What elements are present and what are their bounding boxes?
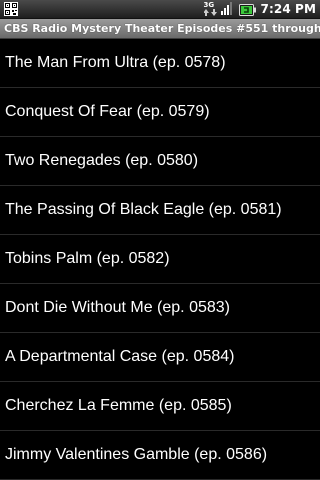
episode-label: The Man From Ultra (ep. 0578) [5,54,226,71]
episode-label: Two Renegades (ep. 0580) [5,152,199,169]
list-item[interactable]: Tobins Palm (ep. 0582) [0,235,320,284]
episode-list: The Man From Ultra (ep. 0578) Conquest O… [0,39,320,480]
title-bar: CBS Radio Mystery Theater Episodes #551 … [0,19,320,39]
list-item[interactable]: Cherchez La Femme (ep. 0585) [0,382,320,431]
episode-label: Cherchez La Femme (ep. 0585) [5,397,232,414]
list-item[interactable]: Conquest Of Fear (ep. 0579) [0,88,320,137]
list-item[interactable]: Two Renegades (ep. 0580) [0,137,320,186]
episode-label: Dont Die Without Me (ep. 0583) [5,299,230,316]
episode-label: Tobins Palm (ep. 0582) [5,250,170,267]
episode-label: The Passing Of Black Eagle (ep. 0581) [5,201,282,218]
list-item[interactable]: A Departmental Case (ep. 0584) [0,333,320,382]
list-item[interactable]: Jimmy Valentines Gamble (ep. 0586) [0,431,320,480]
status-bar: 3G 7:24 PM [0,0,320,19]
status-icons: 3G 7:24 PM [203,0,316,19]
signal-strength-icon [220,0,235,19]
list-item[interactable]: Dont Die Without Me (ep. 0583) [0,284,320,333]
episode-label: Conquest Of Fear (ep. 0579) [5,103,210,120]
list-item[interactable]: The Passing Of Black Eagle (ep. 0581) [0,186,320,235]
list-item[interactable]: The Man From Ultra (ep. 0578) [0,39,320,88]
episode-label: A Departmental Case (ep. 0584) [5,348,235,365]
3g-data-icon: 3G [203,1,218,16]
battery-charging-icon [238,2,256,16]
notification-qr-icon[interactable] [4,2,18,16]
episode-label: Jimmy Valentines Gamble (ep. 0586) [5,446,268,463]
clock: 7:24 PM [260,2,316,16]
page-title: CBS Radio Mystery Theater Episodes #551 … [4,22,320,35]
network-type-label: 3G [203,1,215,9]
